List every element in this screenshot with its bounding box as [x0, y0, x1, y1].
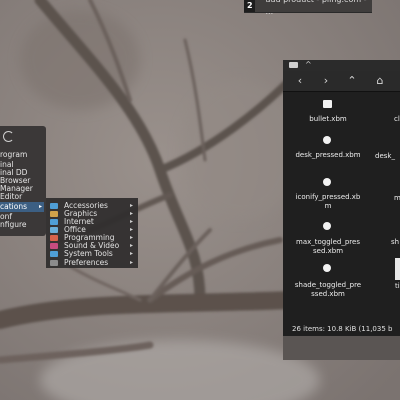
window-titlebar[interactable]: ^	[283, 60, 400, 71]
sound-video-icon	[50, 243, 58, 249]
file-name-clipped[interactable]: cl	[394, 115, 400, 123]
menu-item-reconfigure[interactable]: nfigure	[0, 220, 44, 230]
menu-item-label: cations	[0, 202, 27, 211]
menu-item-label: rogram	[0, 150, 28, 159]
selected-file-icon[interactable]	[395, 258, 400, 280]
max-toggled-icon	[323, 222, 331, 230]
system-tools-icon	[50, 251, 58, 257]
submenu-item-system-tools[interactable]: System Tools ▸	[46, 250, 138, 258]
file-toolbar: ‹ › ⌃ ⌂	[283, 71, 400, 92]
office-icon	[50, 227, 58, 233]
submenu-item-preferences[interactable]: Preferences ▸	[46, 259, 138, 267]
home-button[interactable]: ⌂	[369, 74, 391, 88]
submenu-item-label: System Tools	[64, 249, 113, 258]
submenu-arrow-icon: ▸	[129, 218, 133, 225]
up-button[interactable]: ⌃	[341, 74, 363, 88]
menu-item-label: Editor	[0, 192, 23, 201]
submenu-arrow-icon: ▸	[38, 203, 42, 210]
file-name: desk_pressed.xbm	[295, 151, 361, 159]
desk-pressed-icon	[323, 136, 331, 144]
graphics-icon	[50, 211, 58, 217]
shade-toggled-icon	[323, 264, 331, 272]
file-name-clipped[interactable]: m	[394, 194, 400, 202]
status-bar-background	[283, 336, 400, 360]
bullet-icon	[323, 100, 332, 108]
submenu-item-label: Preferences	[64, 258, 109, 267]
file-name-clipped[interactable]: ti	[395, 282, 400, 290]
accessories-icon	[50, 203, 58, 209]
internet-icon	[50, 219, 58, 225]
file-name-cont: m	[324, 202, 332, 210]
file-name: shade_toggled_pre	[294, 281, 362, 289]
file-name-clipped[interactable]: desk_	[375, 152, 395, 160]
task-title: add product - pling.com - ...	[265, 0, 366, 16]
back-button[interactable]: ‹	[289, 74, 311, 88]
file-manager-window: ^ ‹ › ⌃ ⌂ bullet.xbm desk_pressed.xbm ic…	[283, 60, 400, 360]
taskbar-task-button[interactable]: 2 add product - pling.com - ...	[244, 0, 372, 16]
programming-icon	[50, 235, 58, 241]
chevron-up-icon[interactable]: ^	[305, 60, 312, 69]
iconify-pressed-icon	[323, 178, 331, 186]
submenu-arrow-icon: ▸	[129, 210, 133, 217]
submenu-arrow-icon: ▸	[129, 259, 133, 266]
file-name-cont: sed.xbm	[312, 247, 344, 255]
task-number: 2	[244, 0, 256, 12]
file-name-cont: ssed.xbm	[311, 290, 345, 298]
submenu-arrow-icon: ▸	[129, 202, 133, 209]
preferences-icon	[50, 260, 58, 266]
submenu-arrow-icon: ▸	[129, 250, 133, 257]
submenu-item-internet[interactable]: Internet ▸	[46, 218, 138, 226]
file-name: bullet.xbm	[309, 115, 347, 123]
folder-icon	[289, 62, 298, 68]
application-menu: rogram inal inal DD Browser Manager Edit…	[0, 126, 46, 236]
menu-item-editor[interactable]: Editor	[0, 192, 44, 202]
applications-submenu: Accessories ▸ Graphics ▸ Internet ▸ Offi…	[46, 198, 138, 268]
file-name: max_toggled_pres	[296, 238, 360, 246]
menu-item-label: nfigure	[0, 220, 27, 229]
debian-logo-icon	[3, 131, 14, 142]
forward-button[interactable]: ›	[315, 74, 337, 88]
file-name: iconify_pressed.xb	[295, 193, 361, 201]
status-bar: 26 items: 10.8 KiB (11,035 b	[283, 322, 400, 336]
file-name-clipped[interactable]: sh	[391, 238, 399, 246]
submenu-arrow-icon: ▸	[129, 226, 133, 233]
menu-item-applications[interactable]: cations ▸	[0, 202, 44, 212]
submenu-arrow-icon: ▸	[129, 234, 133, 241]
menu-item-program[interactable]: rogram	[0, 150, 44, 160]
submenu-arrow-icon: ▸	[129, 242, 133, 249]
